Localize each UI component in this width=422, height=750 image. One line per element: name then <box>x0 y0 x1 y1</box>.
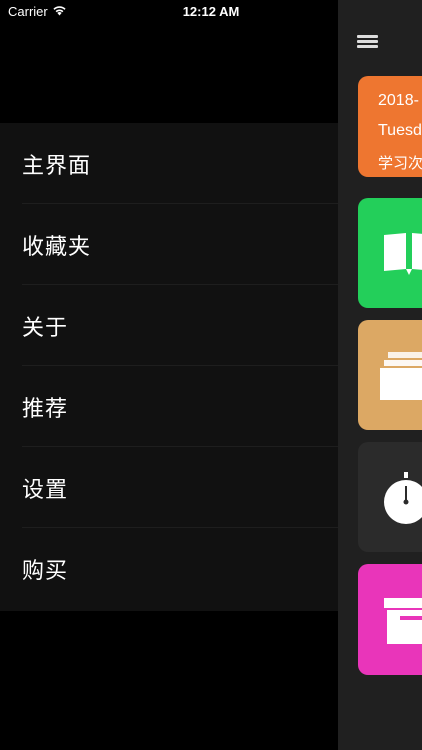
menu-item-label: 推荐 <box>22 396 69 422</box>
folder-stack-icon <box>380 352 422 400</box>
date-text: 2018- <box>378 92 419 109</box>
menu-item-label: 购买 <box>22 558 69 584</box>
menu-item-label: 收藏夹 <box>22 234 92 260</box>
side-menu: 主界面 收藏夹 关于 推荐 设置 购买 <box>0 123 338 611</box>
menu-item-label: 主界面 <box>22 153 92 179</box>
menu-item-about[interactable]: 关于 <box>0 285 338 366</box>
timer-tile[interactable] <box>358 442 422 552</box>
open-book-icon <box>384 233 422 275</box>
study-count-text: 学习次 <box>378 154 422 172</box>
menu-item-settings[interactable]: 设置 <box>0 447 338 528</box>
menu-item-purchase[interactable]: 购买 <box>0 528 338 609</box>
hamburger-menu-icon[interactable] <box>357 35 378 49</box>
menu-item-favorites[interactable]: 收藏夹 <box>0 204 338 285</box>
menu-item-label: 关于 <box>22 315 69 341</box>
archive-box-icon <box>384 598 422 644</box>
stopwatch-icon <box>384 472 422 524</box>
menu-item-label: 设置 <box>22 477 69 503</box>
menu-item-home[interactable]: 主界面 <box>0 123 338 204</box>
favorites-tile[interactable] <box>358 320 422 430</box>
study-tile[interactable] <box>358 198 422 308</box>
date-card[interactable]: 2018- Tuesd 学习次 <box>358 76 422 177</box>
menu-item-recommend[interactable]: 推荐 <box>0 366 338 447</box>
weekday-text: Tuesd <box>378 122 422 139</box>
archive-tile[interactable] <box>358 564 422 675</box>
